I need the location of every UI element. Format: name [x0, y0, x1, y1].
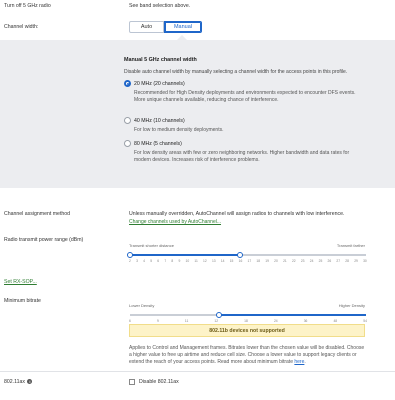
- tx-power-tick: 20: [274, 259, 278, 263]
- min-bitrate-handle[interactable]: [215, 312, 222, 318]
- tx-power-tick: 25: [318, 259, 323, 263]
- manual-panel-title: Manual 5 GHz channel width: [124, 57, 197, 63]
- dot11ax-label-row: 802.11ax i: [4, 379, 33, 385]
- tx-power-tick: 24: [309, 259, 314, 263]
- channel-width-auto-button[interactable]: Auto: [129, 21, 164, 33]
- tx-power-tick: 22: [291, 259, 296, 263]
- tx-power-left-caption: Transmit shorter distance: [129, 243, 174, 248]
- disable-802-11ax-checkbox[interactable]: [129, 379, 135, 385]
- change-channels-link[interactable]: Change channels used by AutoChannel...: [129, 219, 221, 225]
- tx-power-tick: 27: [336, 259, 341, 263]
- radio-20mhz[interactable]: [124, 80, 131, 87]
- tx-power-tick: 5: [150, 259, 153, 263]
- min-bitrate-left-caption: Lower Density: [129, 303, 155, 308]
- radio-40mhz[interactable]: [124, 117, 131, 124]
- tx-power-tick: 2: [129, 259, 131, 263]
- manual-channel-width-panel: [0, 40, 395, 188]
- tx-power-tick: 17: [247, 259, 252, 263]
- channel-width-label: Channel width:: [4, 24, 39, 30]
- set-rx-sop-link[interactable]: Set RX-SOP...: [4, 279, 37, 285]
- tx-power-tick: 4: [143, 259, 145, 263]
- tx-power-tick: 7: [164, 259, 167, 263]
- option-80mhz-description: For low density areas with few or zero n…: [134, 150, 350, 163]
- option-80mhz-label: 80 MHz (5 channels): [134, 141, 182, 147]
- turn-off-5ghz-value: See band selection above.: [129, 3, 191, 9]
- tx-power-max-handle[interactable]: [236, 252, 243, 258]
- dot11ax-label: 802.11ax: [4, 379, 25, 385]
- tx-power-tick: 28: [345, 259, 349, 263]
- divider: [0, 371, 395, 372]
- tx-power-tick: 30: [363, 259, 367, 263]
- min-bitrate-tick: 24: [273, 319, 278, 323]
- min-bitrate-help-text: Applies to Control and Management frames…: [129, 345, 365, 365]
- min-bitrate-tick-labels: 6 9 11 12 18 24 36 48 54: [129, 319, 367, 323]
- option-20mhz-label: 20 MHz (20 channels): [134, 81, 185, 87]
- min-bitrate-tick: 18: [244, 319, 248, 323]
- channel-assignment-label: Channel assignment method: [4, 211, 71, 217]
- option-40mhz-description: For low to medium density deployments.: [134, 127, 224, 133]
- tx-power-range-fill: [130, 254, 240, 256]
- min-bitrate-tick: 11: [184, 319, 189, 323]
- channel-assignment-text: Unless manually overridden, AutoChannel …: [129, 211, 345, 217]
- min-bitrate-right-caption: Higher Density: [338, 303, 365, 308]
- bitrate-warning-banner: 802.11b devices not supported: [129, 324, 365, 337]
- min-bitrate-fill: [218, 314, 366, 316]
- tx-power-tick: 9: [178, 259, 181, 263]
- tx-power-tick: 23: [300, 259, 305, 263]
- tx-power-tick: 14: [220, 259, 225, 263]
- tx-power-tick: 13: [211, 259, 216, 263]
- option-20mhz-description: Recommended for High Density deployments…: [134, 90, 356, 103]
- tx-power-label: Radio transmit power range (dBm): [4, 237, 84, 243]
- channel-width-manual-button[interactable]: Manual: [164, 21, 202, 33]
- min-bitrate-tick: 48: [333, 319, 338, 323]
- tx-power-tick: 16: [238, 259, 243, 263]
- tx-power-tick: 29: [354, 259, 358, 263]
- min-bitrate-help-suffix: .: [304, 359, 306, 365]
- manual-panel-description: Disable auto channel width by manually s…: [124, 69, 348, 75]
- min-bitrate-tick: 36: [303, 319, 308, 323]
- panel-caret: [177, 35, 187, 40]
- tx-power-tick: 12: [203, 259, 207, 263]
- tx-power-tick: 21: [283, 259, 287, 263]
- info-icon[interactable]: i: [27, 379, 33, 385]
- turn-off-5ghz-label: Turn off 5 GHz radio: [4, 3, 51, 9]
- tx-power-tick: 11: [194, 259, 198, 263]
- tx-power-tick: 15: [229, 259, 234, 263]
- channel-width-toggle: Auto Manual: [129, 21, 202, 33]
- tx-power-tick: 26: [327, 259, 332, 263]
- radio-80mhz[interactable]: [124, 140, 131, 147]
- min-bitrate-read-more-link[interactable]: here: [294, 359, 304, 365]
- min-bitrate-tick: 9: [156, 319, 159, 323]
- tx-power-tick-labels: 2 3 4 5 6 7 8 9 10 11 12 13 14 15 16 17 18 19 20 21 22 23 24 25…: [129, 259, 367, 263]
- tx-power-min-handle[interactable]: [127, 252, 133, 258]
- min-bitrate-help: Applies to Control and Management frames…: [129, 345, 367, 366]
- tx-power-tick: 19: [265, 259, 269, 263]
- tx-power-tick: 10: [185, 259, 190, 263]
- disable-802-11ax-label: Disable 802.11ax: [139, 379, 179, 385]
- tx-power-tick: 6: [157, 259, 160, 263]
- min-bitrate-tick: 54: [363, 319, 367, 323]
- tx-power-tick: 8: [171, 259, 174, 263]
- tx-power-right-caption: Transmit farther: [336, 243, 365, 248]
- min-bitrate-tick: 6: [129, 319, 131, 323]
- tx-power-tick: 3: [136, 259, 138, 263]
- min-bitrate-tick: 12: [214, 319, 219, 323]
- min-bitrate-label: Minimum bitrate: [4, 298, 41, 304]
- option-40mhz-label: 40 MHz (10 channels): [134, 118, 185, 124]
- tx-power-tick: 18: [256, 259, 261, 263]
